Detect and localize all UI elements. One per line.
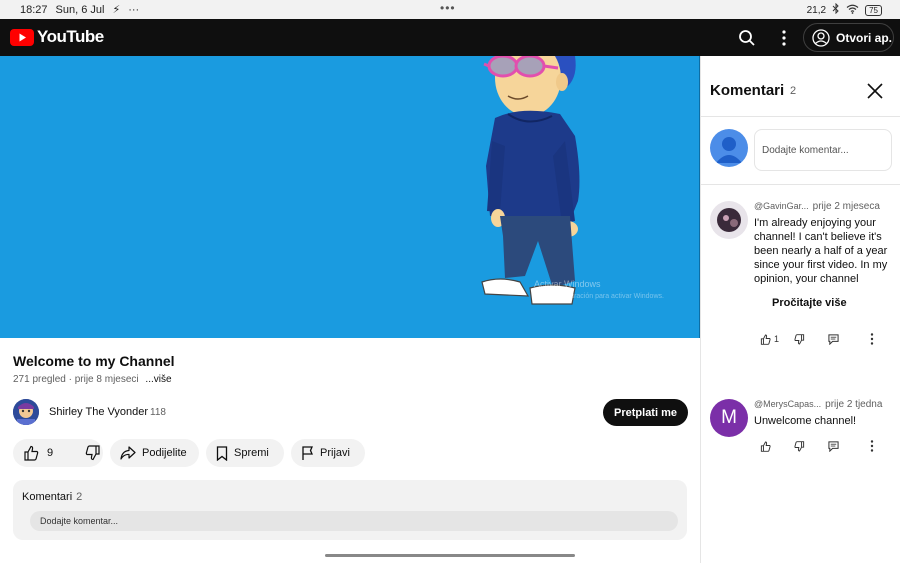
battery-icon: 75 <box>865 4 882 16</box>
close-icon[interactable] <box>866 82 884 100</box>
my-avatar <box>710 129 748 167</box>
comments-panel-title: Komentari <box>710 82 785 99</box>
more-options-icon[interactable] <box>773 27 795 49</box>
status-time: 18:27 <box>20 3 48 16</box>
window-handle[interactable]: ••• <box>440 1 456 15</box>
save-label: Spremi <box>234 447 269 459</box>
comment-more-icon[interactable] <box>862 440 882 452</box>
panel-divider <box>701 184 900 185</box>
activation-watermark-text: Ve a Configuración para activar Windows. <box>534 293 664 300</box>
panel-divider <box>701 116 900 117</box>
status-bar: 18:27 Sun, 6 Jul ⚡ ··· ••• 21,2 75 <box>0 0 900 19</box>
thumbs-up-icon <box>760 441 771 452</box>
channel-row: Shirley The Vyonder 118 Pretplati me <box>13 399 689 427</box>
cartoon-character-image: Activar Windows Ve a Configuración para … <box>481 56 664 305</box>
net-speed: 21,2 <box>806 4 827 16</box>
subscriber-count: 118 <box>150 407 166 418</box>
comments-panel: Komentari 2 Dodajte komentar... @GavinGa… <box>700 56 900 563</box>
comment-header: @MerysCapas... prije 2 tjedna <box>754 399 882 410</box>
thumbs-up-icon <box>760 334 771 345</box>
comment-dislike-button[interactable] <box>794 333 828 345</box>
channel-name[interactable]: Shirley The Vyonder <box>49 406 148 418</box>
thumbs-down-icon <box>794 440 805 451</box>
comment-avatar[interactable] <box>710 201 748 239</box>
subscribe-button[interactable]: Pretplati me <box>603 399 688 426</box>
status-date: Sun, 6 Jul <box>55 3 105 16</box>
thumbs-down-icon <box>794 333 805 344</box>
view-count: 271 pregled <box>13 374 66 385</box>
share-icon <box>120 446 136 460</box>
search-icon[interactable] <box>736 27 758 49</box>
report-label: Prijavi <box>320 447 350 459</box>
video-meta: 271 pregled · prije 8 mjeseci ...više <box>13 374 172 385</box>
video-title: Welcome to my Channel <box>13 353 175 369</box>
comments-panel-count: 2 <box>790 85 797 97</box>
dislike-button[interactable] <box>75 439 111 467</box>
like-count: 9 <box>47 447 54 459</box>
comments-teaser-title: Komentari <box>22 491 73 503</box>
action-bar: 9 Podijelite Spremi Prijavi <box>13 439 365 467</box>
logo-text: YouTube <box>37 27 104 46</box>
more-dots-icon: ··· <box>128 3 140 16</box>
comment-dislike-button[interactable] <box>794 440 828 452</box>
flash-icon: ⚡ <box>112 4 121 16</box>
save-button[interactable]: Spremi <box>206 439 284 467</box>
comment-text: Unwelcome channel! <box>754 415 857 427</box>
comment-time: prije 2 tjedna <box>825 399 883 410</box>
like-dislike-group: 9 <box>13 439 103 467</box>
comment-reply-button[interactable] <box>828 440 862 452</box>
reply-icon <box>828 440 839 452</box>
open-app-label: Otvori ap. <box>836 30 893 45</box>
flag-icon <box>302 445 313 460</box>
comment-like-button[interactable] <box>760 441 794 452</box>
home-indicator[interactable] <box>325 554 575 557</box>
comment-time: prije 2 mjeseca <box>812 201 880 212</box>
comment-header: @GavinGar... prije 2 mjeseca <box>754 201 880 212</box>
wifi-icon <box>846 4 859 17</box>
video-player[interactable]: Activar Windows Ve a Configuración para … <box>0 56 700 338</box>
comment-like-count: 1 <box>774 334 780 344</box>
bluetooth-icon <box>832 2 840 17</box>
activation-watermark-title: Activar Windows <box>534 279 601 289</box>
youtube-play-icon <box>10 28 34 46</box>
thumbs-up-icon <box>24 445 39 461</box>
report-button[interactable]: Prijavi <box>291 439 365 467</box>
add-comment-input[interactable]: Dodajte komentar... <box>754 129 892 171</box>
description-more-link[interactable]: ...više <box>145 374 171 385</box>
comment-actions <box>760 440 882 452</box>
comment-avatar[interactable]: M <box>710 399 748 437</box>
account-icon <box>812 28 830 47</box>
share-button[interactable]: Podijelite <box>110 439 199 467</box>
read-more-link[interactable]: Pročitajte više <box>772 297 847 309</box>
reply-icon <box>828 333 839 345</box>
share-label: Podijelite <box>142 447 187 459</box>
comment-author[interactable]: @GavinGar... <box>754 201 809 211</box>
comments-teaser-count: 2 <box>76 491 83 503</box>
open-app-button[interactable]: Otvori ap. <box>803 23 894 52</box>
comment-author[interactable]: @MerysCapas... <box>754 399 821 409</box>
comment-like-button[interactable]: 1 <box>760 334 794 345</box>
comment-actions: 1 <box>760 333 882 345</box>
comment-text: I'm already enjoying your channel! I can… <box>754 217 888 284</box>
comment-reply-button[interactable] <box>828 333 862 345</box>
thumbs-down-icon <box>85 445 100 461</box>
comments-teaser[interactable]: Komentari 2 Dodajte komentar... <box>13 480 687 540</box>
app-header: YouTube Otvori ap. <box>0 19 900 56</box>
like-button[interactable]: 9 <box>13 439 63 467</box>
upload-age: prije 8 mjeseci <box>74 374 139 385</box>
youtube-logo[interactable]: YouTube <box>10 27 104 47</box>
comments-teaser-input[interactable]: Dodajte komentar... <box>30 511 678 531</box>
channel-avatar[interactable] <box>13 399 39 425</box>
bookmark-icon <box>216 445 228 461</box>
comment-more-icon[interactable] <box>862 333 882 345</box>
